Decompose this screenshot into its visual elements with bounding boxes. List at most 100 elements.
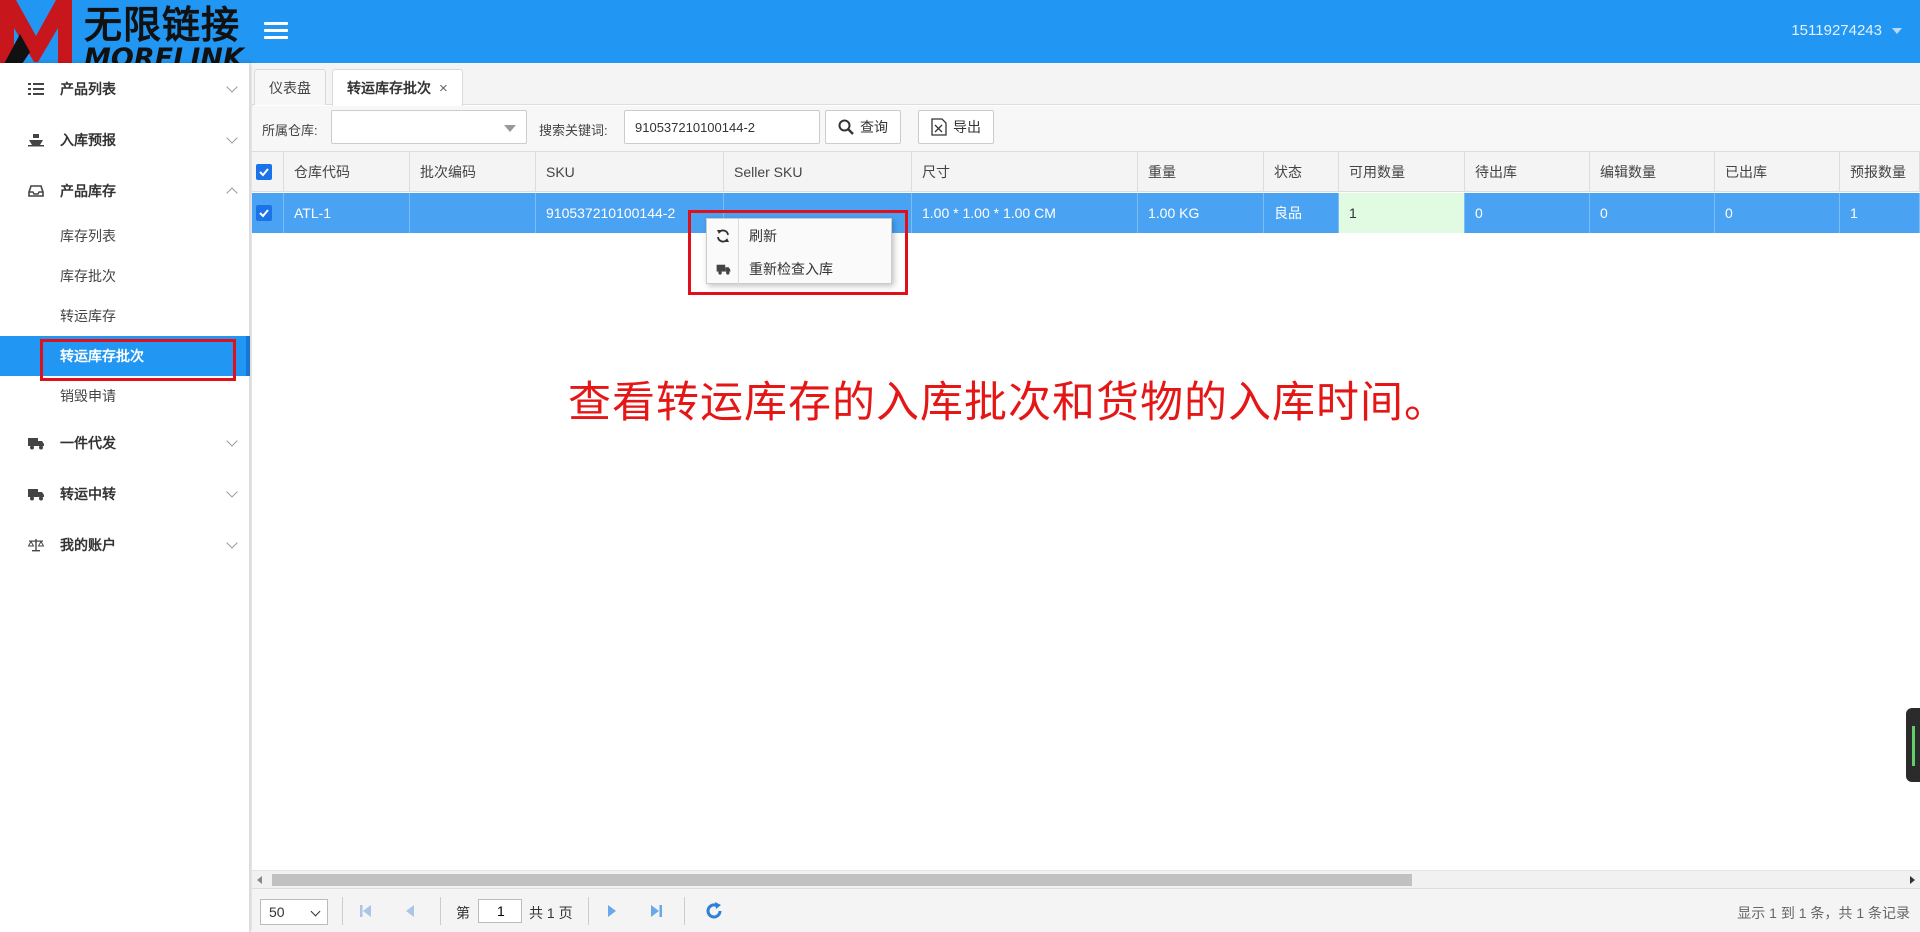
truck-icon	[707, 263, 739, 275]
balance-icon	[26, 537, 46, 553]
next-page-icon[interactable]	[602, 901, 622, 921]
column-header-batch-code[interactable]: 批次编码	[410, 152, 536, 192]
side-widget-handle[interactable]	[1906, 708, 1920, 782]
top-header: 无限链接 MORELINK 15119274243	[0, 0, 1920, 63]
sidebar-group-transfer[interactable]: 转运中转	[0, 472, 250, 516]
cell-available-qty[interactable]: 1	[1339, 193, 1465, 233]
query-button[interactable]: 查询	[825, 110, 901, 144]
pagination-bar: 50 第 共 1 页 显示 1 到 1 条，共 1 条记录	[252, 888, 1920, 932]
warehouse-select[interactable]	[331, 110, 527, 144]
sidebar-item-inventory-list[interactable]: 库存列表	[0, 216, 250, 256]
sidebar-item-transfer-inventory[interactable]: 转运库存	[0, 296, 250, 336]
truck-icon	[26, 435, 46, 451]
column-header-available-qty[interactable]: 可用数量	[1339, 152, 1465, 192]
tab-label: 转运库存批次	[347, 80, 431, 96]
column-header-forecast-qty[interactable]: 预报数量	[1840, 152, 1920, 192]
pager-divider	[588, 897, 589, 925]
annotation-text: 查看转运库存的入库批次和货物的入库时间。	[568, 378, 1448, 428]
logo-english-text: MORELINK	[84, 43, 244, 64]
chevron-down-icon	[226, 435, 238, 447]
caret-down-icon	[1892, 27, 1902, 34]
context-menu: 刷新 重新检查入库	[706, 218, 893, 285]
export-button[interactable]: 导出	[918, 110, 994, 144]
sidebar-item-destroy-request[interactable]: 销毁申请	[0, 376, 250, 416]
sidebar-group-product-list[interactable]: 产品列表	[0, 67, 250, 111]
page-number-input[interactable]	[478, 899, 522, 923]
ship-icon	[26, 132, 46, 148]
column-header-seller-sku[interactable]: Seller SKU	[724, 152, 912, 192]
column-header-pending-out[interactable]: 待出库	[1465, 152, 1590, 192]
close-icon[interactable]: ×	[439, 80, 448, 97]
previous-page-icon[interactable]	[400, 901, 420, 921]
tab-label: 仪表盘	[269, 79, 311, 96]
cell-status: 良品	[1264, 193, 1339, 233]
keyword-label: 搜索关键词:	[539, 123, 608, 138]
menu-toggle-icon[interactable]	[262, 18, 290, 44]
tab-dashboard[interactable]: 仪表盘	[254, 69, 326, 105]
query-button-label: 查询	[860, 119, 888, 135]
page-size-select[interactable]: 50	[260, 899, 328, 925]
cell-warehouse-code: ATL-1	[284, 193, 410, 233]
column-header-status[interactable]: 状态	[1264, 152, 1339, 192]
sidebar-group-label: 一件代发	[60, 435, 116, 451]
export-button-label: 导出	[953, 119, 981, 135]
search-icon	[838, 119, 854, 135]
sidebar-group-label: 产品库存	[60, 183, 116, 199]
select-all-checkbox[interactable]	[252, 152, 284, 192]
checkbox-checked-icon	[256, 205, 272, 221]
cell-pending-out: 0	[1465, 193, 1590, 233]
grid-header: 仓库代码 批次编码 SKU Seller SKU 尺寸 重量 状态 可用数量 待…	[252, 152, 1920, 192]
sidebar-group-label: 转运中转	[60, 486, 116, 502]
column-header-size[interactable]: 尺寸	[912, 152, 1138, 192]
scrollbar-thumb[interactable]	[272, 874, 1412, 886]
logo-chinese-text: 无限链接	[84, 3, 241, 47]
scroll-left-icon[interactable]	[257, 876, 262, 884]
sidebar-item-transfer-inventory-batch[interactable]: 转运库存批次	[0, 336, 250, 376]
reload-icon[interactable]	[704, 901, 724, 921]
cell-forecast-qty: 1	[1840, 193, 1920, 233]
column-header-weight[interactable]: 重量	[1138, 152, 1264, 192]
pager-divider	[342, 897, 343, 925]
chevron-down-icon	[226, 132, 238, 144]
column-header-sku[interactable]: SKU	[536, 152, 724, 192]
morelink-logo: 无限链接 MORELINK	[0, 0, 250, 63]
cell-shipped: 0	[1715, 193, 1840, 233]
sidebar-group-inbound-forecast[interactable]: 入库预报	[0, 118, 250, 162]
scroll-right-icon[interactable]	[1910, 876, 1915, 884]
first-page-icon[interactable]	[356, 901, 376, 921]
checkbox-checked-icon	[256, 164, 272, 180]
pager-divider	[440, 897, 441, 925]
sidebar-group-label: 产品列表	[60, 81, 116, 97]
truck-icon	[26, 486, 46, 502]
context-menu-refresh[interactable]: 刷新	[707, 219, 893, 252]
logo-m-mark	[0, 0, 72, 63]
pager-divider	[684, 897, 685, 925]
sidebar-group-label: 入库预报	[60, 132, 116, 148]
sidebar: 产品列表 入库预报 产品库存 库存列表 库存批次 转运库存 转运库存批次 销毁申…	[0, 63, 250, 932]
horizontal-scrollbar[interactable]	[252, 870, 1920, 888]
widget-level-bar	[1912, 726, 1915, 766]
column-header-warehouse-code[interactable]: 仓库代码	[284, 152, 410, 192]
cell-batch-code	[410, 193, 536, 233]
chevron-down-icon	[226, 81, 238, 93]
context-menu-label: 重新检查入库	[749, 260, 833, 277]
page-size-value: 50	[269, 904, 285, 920]
record-info: 显示 1 到 1 条，共 1 条记录	[1737, 905, 1910, 921]
column-header-edit-qty[interactable]: 编辑数量	[1590, 152, 1715, 192]
keyword-input[interactable]	[624, 110, 820, 144]
cell-sku: 910537210100144-2	[536, 193, 724, 233]
last-page-icon[interactable]	[646, 901, 666, 921]
chevron-up-icon	[226, 187, 238, 199]
excel-file-icon	[931, 118, 947, 136]
row-checkbox[interactable]	[252, 193, 284, 233]
sidebar-group-my-account[interactable]: 我的账户	[0, 523, 250, 567]
column-header-shipped[interactable]: 已出库	[1715, 152, 1840, 192]
user-menu[interactable]: 15119274243	[1791, 22, 1902, 39]
tab-transfer-inventory-batch[interactable]: 转运库存批次 ×	[332, 69, 463, 106]
sidebar-item-inventory-batch[interactable]: 库存批次	[0, 256, 250, 296]
table-row[interactable]: ATL-1 910537210100144-2 1.00 * 1.00 * 1.…	[252, 193, 1920, 233]
context-menu-recheck-inbound[interactable]: 重新检查入库	[707, 252, 893, 285]
sidebar-group-dropshipping[interactable]: 一件代发	[0, 421, 250, 465]
refresh-icon	[707, 229, 739, 243]
sidebar-group-product-inventory[interactable]: 产品库存	[0, 169, 250, 213]
